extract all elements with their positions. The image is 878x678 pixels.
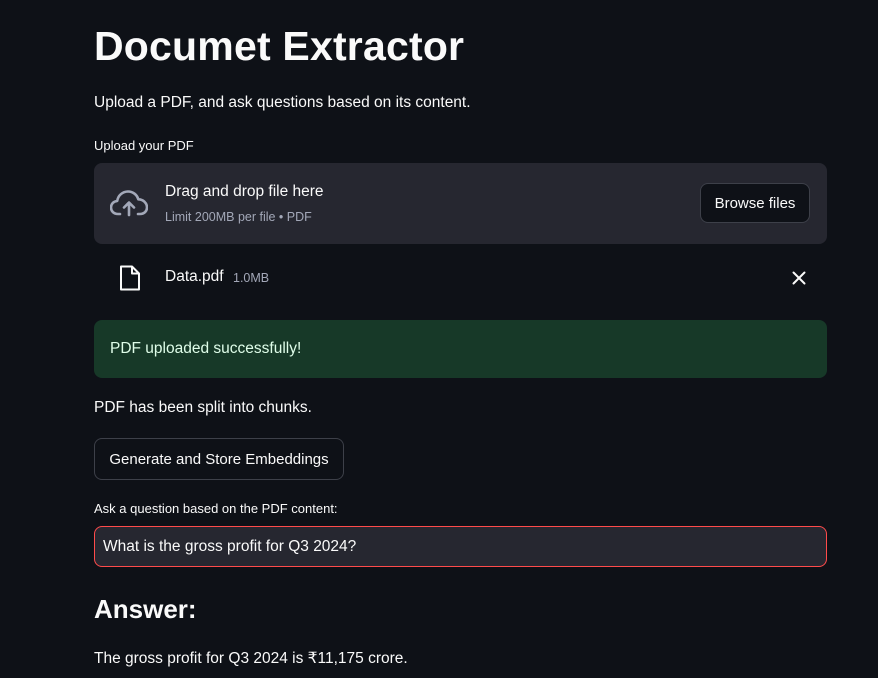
success-message: PDF uploaded successfully! (110, 340, 302, 357)
close-icon[interactable] (791, 270, 807, 286)
file-name: Data.pdf (165, 268, 224, 285)
success-alert: PDF uploaded successfully! (94, 320, 827, 378)
browse-files-button[interactable]: Browse files (700, 183, 810, 223)
question-input[interactable] (94, 526, 827, 567)
file-size: 1.0MB (233, 271, 270, 285)
page-title: Documet Extractor (94, 23, 465, 69)
file-icon (120, 265, 140, 291)
question-label: Ask a question based on the PDF content: (94, 501, 338, 516)
dropzone-title: Drag and drop file here (165, 183, 324, 200)
split-status-text: PDF has been split into chunks. (94, 399, 312, 416)
dropzone-limit: Limit 200MB per file • PDF (165, 210, 312, 224)
file-dropzone[interactable]: Drag and drop file here Limit 200MB per … (94, 163, 827, 244)
page-subtitle: Upload a PDF, and ask questions based on… (94, 94, 471, 111)
cloud-upload-icon (110, 190, 148, 217)
app-page: Documet Extractor Upload a PDF, and ask … (0, 0, 878, 678)
upload-label: Upload your PDF (94, 138, 194, 153)
answer-text: The gross profit for Q3 2024 is ₹11,175 … (94, 650, 408, 667)
generate-embeddings-button[interactable]: Generate and Store Embeddings (94, 438, 344, 480)
answer-heading: Answer: (94, 594, 197, 624)
uploaded-file-row: Data.pdf 1.0MB (94, 258, 827, 298)
